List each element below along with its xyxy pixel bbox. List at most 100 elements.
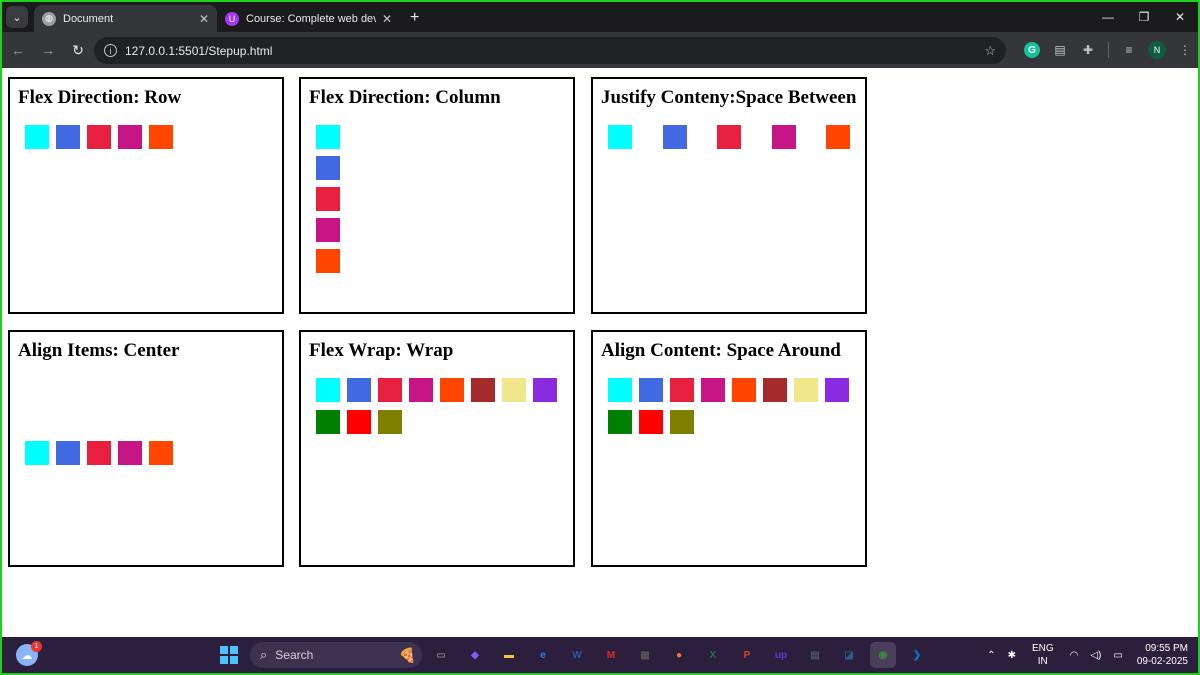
flex-item <box>316 378 340 402</box>
box-title: Justify Conteny:Space Between <box>601 87 857 108</box>
demo-items <box>309 378 567 434</box>
word-icon[interactable]: W <box>564 642 590 668</box>
flex-item <box>701 378 725 402</box>
flex-item <box>149 441 173 465</box>
demo-items <box>18 125 274 149</box>
wifi-icon[interactable]: ◠ <box>1070 650 1079 661</box>
box-title: Flex Direction: Row <box>18 87 182 108</box>
bookmark-star-icon[interactable]: ☆ <box>984 43 996 59</box>
grammarly-icon[interactable]: G <box>1024 42 1040 58</box>
window-controls: — ❐ ✕ <box>1090 2 1198 32</box>
toolbar-divider <box>1108 42 1109 58</box>
reload-icon[interactable]: ↻ <box>64 36 92 64</box>
close-window-icon[interactable]: ✕ <box>1162 2 1198 32</box>
flex-item <box>316 410 340 434</box>
gmail-icon[interactable]: M <box>598 642 624 668</box>
language-code: ENG <box>1031 643 1054 654</box>
profile-avatar[interactable]: N <box>1148 41 1166 59</box>
restore-icon[interactable]: ❐ <box>1126 2 1162 32</box>
new-tab-button[interactable]: + <box>410 9 419 27</box>
search-label: Search <box>275 648 314 662</box>
browser-toolbar: ← → ↻ i 127.0.0.1:5501/Stepup.html ☆ G ▤… <box>2 32 1198 68</box>
store-icon[interactable]: ▦ <box>632 642 658 668</box>
tab-search-button[interactable]: ⌄ <box>6 6 28 28</box>
tab-strip: ⌄ ◍ Document ✕ U Course: Complete web de… <box>2 2 1198 32</box>
tab-title: Document <box>63 12 114 25</box>
flex-item <box>347 410 371 434</box>
media-controls-icon[interactable]: ≡ <box>1115 36 1143 64</box>
search-highlight-icon: 🍕 <box>398 646 416 663</box>
address-bar[interactable]: i 127.0.0.1:5501/Stepup.html ☆ <box>94 37 1006 64</box>
close-icon[interactable]: ✕ <box>382 12 392 26</box>
start-button[interactable] <box>220 646 238 664</box>
box-title: Flex Direction: Column <box>309 87 501 108</box>
menu-dots-icon[interactable]: ⋮ <box>1171 36 1198 64</box>
clock-date: 09-02-2025 <box>1136 656 1188 667</box>
flex-item <box>662 125 687 149</box>
bluetooth-icon[interactable]: ✱ <box>1008 650 1016 661</box>
demo-items <box>309 125 565 273</box>
box-title: Align Content: Space Around <box>601 340 841 361</box>
copilot-icon[interactable]: ◆ <box>462 642 488 668</box>
align-content-space-around-demo: Align Content: Space Around <box>591 330 867 567</box>
flex-item <box>794 378 818 402</box>
forward-icon[interactable]: → <box>34 36 62 64</box>
flex-item <box>608 410 632 434</box>
flex-item <box>533 378 557 402</box>
flex-item <box>409 378 433 402</box>
flex-wrap-demo: Flex Wrap: Wrap <box>299 330 575 567</box>
sticky-app-icon[interactable]: ◪ <box>836 642 862 668</box>
flex-item <box>732 378 756 402</box>
globe-icon: ◍ <box>42 11 56 26</box>
site-info-icon[interactable]: i <box>104 44 117 57</box>
upwork-icon[interactable]: up <box>768 642 794 668</box>
calculator-icon[interactable]: ▤ <box>802 642 828 668</box>
weather-widget-icon[interactable]: ☁ 1 <box>16 641 42 666</box>
address-text: 127.0.0.1:5501/Stepup.html <box>125 43 273 58</box>
flex-item <box>316 249 340 273</box>
flex-item <box>316 218 340 242</box>
extensions-area: G ▤ ✚ ≡ N ⋮ <box>1018 36 1198 64</box>
flex-item <box>440 378 464 402</box>
flex-item <box>87 125 111 149</box>
tab-course[interactable]: U Course: Complete web develop ✕ <box>217 5 400 32</box>
flex-item <box>316 187 340 211</box>
back-icon[interactable]: ← <box>4 36 32 64</box>
justify-space-between-demo: Justify Conteny:Space Between <box>591 77 867 314</box>
flex-item <box>717 125 741 149</box>
close-icon[interactable]: ✕ <box>199 12 209 26</box>
flex-item <box>347 378 371 402</box>
clock[interactable]: 09:55 PM 09-02-2025 <box>1137 642 1188 668</box>
flex-item <box>771 125 796 149</box>
system-tray: ⌃ ✱ ENG IN ◠ ◁) ▭ 09:55 PM 09-02-2025 <box>981 637 1188 673</box>
excel-icon[interactable]: X <box>700 642 726 668</box>
vscode-icon[interactable]: ❯ <box>904 642 930 668</box>
demo-items <box>601 125 857 149</box>
edge-icon[interactable]: e <box>530 642 556 668</box>
tab-title: Course: Complete web develop <box>246 12 376 25</box>
minimize-icon[interactable]: — <box>1090 2 1126 32</box>
clock-time: 09:55 PM <box>1145 643 1188 654</box>
taskbar-search[interactable]: ⌕ Search 🍕 <box>250 642 422 668</box>
flex-item <box>763 378 787 402</box>
extensions-puzzle-icon[interactable]: ✚ <box>1074 36 1102 64</box>
flex-item <box>56 441 80 465</box>
flex-item <box>502 378 526 402</box>
battery-icon[interactable]: ▭ <box>1113 650 1122 661</box>
tab-document[interactable]: ◍ Document ✕ <box>34 5 217 32</box>
chrome-icon[interactable]: ◉ <box>870 642 896 668</box>
region-code: IN <box>1037 656 1048 667</box>
task-view-icon[interactable]: ▭ <box>428 642 454 668</box>
flex-item <box>670 410 694 434</box>
volume-icon[interactable]: ◁) <box>1090 650 1101 661</box>
flex-item <box>118 441 142 465</box>
powerpoint-icon[interactable]: P <box>734 642 760 668</box>
flex-item <box>316 125 340 149</box>
firefox-icon[interactable]: ● <box>666 642 692 668</box>
chevron-up-icon[interactable]: ⌃ <box>987 650 995 661</box>
search-icon: ⌕ <box>260 647 268 662</box>
file-explorer-icon[interactable]: ▬ <box>496 642 522 668</box>
translate-extension-icon[interactable]: ▤ <box>1046 36 1074 64</box>
language-indicator[interactable]: ENG IN <box>1032 642 1054 668</box>
flex-column-demo: Flex Direction: Column <box>299 77 575 314</box>
